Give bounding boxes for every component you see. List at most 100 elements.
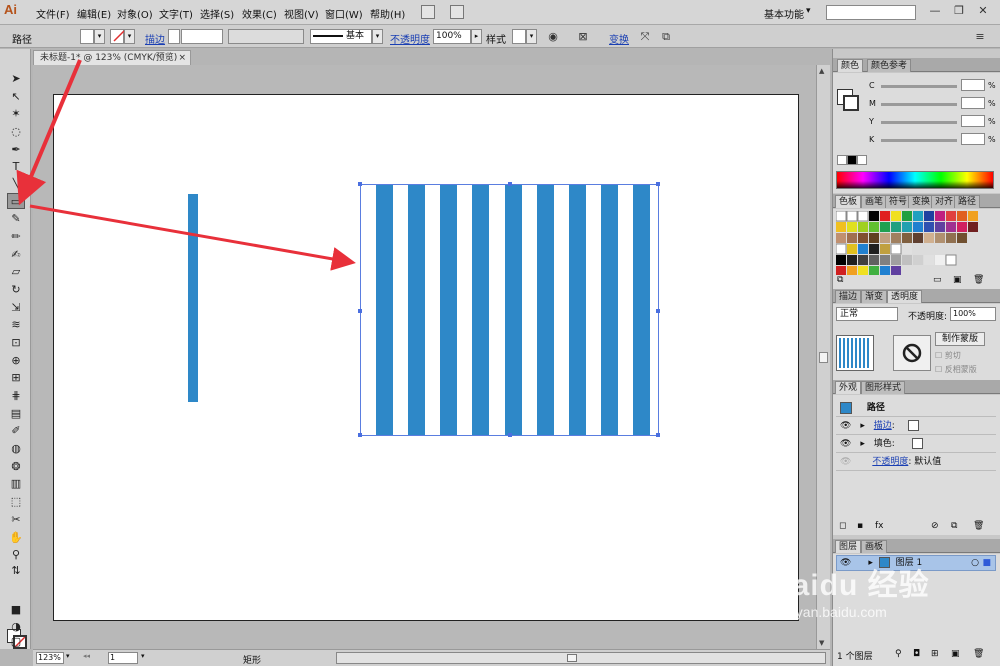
stroke-dropdown[interactable]: ▾ (124, 29, 135, 44)
swatch-grid[interactable] (836, 211, 996, 275)
opacity-dropdown[interactable]: ▸ (471, 29, 482, 44)
selection-handle[interactable] (358, 433, 362, 437)
zoom-input[interactable]: 123% (36, 652, 64, 664)
tab-graphic-styles[interactable]: 图形样式 (861, 381, 906, 394)
draw-mode-icon[interactable]: ◑ (7, 619, 25, 635)
help-search-input[interactable] (826, 5, 916, 20)
make-clipping-mask-icon[interactable]: ◘ (913, 649, 920, 659)
blend-tool-icon[interactable]: ◍ (7, 441, 25, 457)
eye-icon[interactable]: 👁 (840, 457, 851, 467)
zoom-tool-icon[interactable]: ⚲ (7, 547, 25, 563)
workspace-switcher[interactable]: 基本功能 (764, 6, 804, 21)
fill-dropdown[interactable]: ▾ (94, 29, 105, 44)
stroke-weight-stepper[interactable] (168, 29, 180, 44)
selection-handle[interactable] (508, 182, 512, 186)
yellow-input[interactable] (961, 115, 985, 127)
menu-effect[interactable]: 效果(C) (242, 6, 277, 21)
scroll-thumb[interactable] (819, 352, 828, 363)
scale-tool-icon[interactable]: ⇲ (7, 300, 25, 316)
menu-object[interactable]: 对象(O) (117, 6, 153, 21)
cyan-slider[interactable] (881, 85, 957, 88)
rectangle-tool-icon[interactable]: ▭ (7, 193, 25, 209)
menu-type[interactable]: 文字(T) (159, 6, 193, 21)
free-transform-tool-icon[interactable]: ⊡ (7, 335, 25, 351)
mesh-tool-icon[interactable]: ⋕ (7, 388, 25, 404)
new-color-group-icon[interactable]: ▭ (933, 275, 942, 285)
tab-stroke[interactable]: 描边 (835, 290, 862, 303)
new-layer-icon[interactable]: ▣ (951, 649, 960, 659)
selection-handle[interactable] (358, 309, 362, 313)
magenta-input[interactable] (961, 97, 985, 109)
menu-select[interactable]: 选择(S) (200, 6, 234, 21)
bridge-icon[interactable] (421, 5, 435, 19)
tab-pathfinder[interactable]: 路径 (954, 195, 981, 208)
magic-wand-tool-icon[interactable]: ✶ (7, 106, 25, 122)
eye-icon[interactable]: 👁 (840, 439, 851, 449)
tab-layers[interactable]: 图层 (835, 540, 862, 553)
selection-handle[interactable] (508, 433, 512, 437)
chevron-down-icon[interactable]: ▾ (66, 652, 70, 660)
first-page-icon[interactable]: ◂◂ (83, 652, 90, 660)
selection-handle[interactable] (358, 182, 362, 186)
locate-object-icon[interactable]: ⚲ (895, 649, 902, 659)
horizontal-scrollbar[interactable] (336, 652, 826, 664)
tab-swatches[interactable]: 色板 (835, 195, 862, 208)
stripe[interactable] (376, 185, 393, 435)
new-sublayer-icon[interactable]: ⊞ (931, 649, 939, 659)
appearance-fill-row[interactable]: 👁 ▸ 填色: (836, 435, 996, 453)
selection-handle[interactable] (656, 433, 660, 437)
transform-link[interactable]: 变换 (609, 31, 629, 46)
stripe[interactable] (633, 185, 650, 435)
add-stroke-icon[interactable]: ◻ (839, 521, 846, 531)
selection-handle[interactable] (656, 309, 660, 313)
black-swatch[interactable] (847, 155, 857, 165)
target-icon[interactable]: ○ (971, 556, 979, 570)
tab-transparency[interactable]: 透明度 (887, 290, 923, 303)
menu-file[interactable]: 文件(F) (36, 6, 70, 21)
warp-tool-icon[interactable]: ≋ (7, 317, 25, 333)
chevron-down-icon[interactable]: ▾ (141, 652, 145, 660)
slice-tool-icon[interactable]: ✂ (7, 512, 25, 528)
black-input[interactable] (961, 133, 985, 145)
tab-color-guide[interactable]: 颜色参考 (867, 59, 912, 72)
graphic-style-swatch[interactable] (512, 29, 526, 44)
stroke-link[interactable]: 描边 (145, 31, 165, 46)
color-mode-icon[interactable]: ■ (7, 602, 25, 618)
artboard[interactable] (53, 94, 799, 621)
swatches-grid[interactable]: ⧉ ▭ ▣ 🗑 (833, 209, 1000, 289)
canvas[interactable] (33, 65, 816, 649)
cyan-input[interactable] (961, 79, 985, 91)
close-icon[interactable]: × (178, 51, 186, 65)
tab-color[interactable]: 颜色 (837, 59, 864, 72)
stripe[interactable] (472, 185, 489, 435)
eraser-tool-icon[interactable]: ▱ (7, 264, 25, 280)
eye-icon[interactable]: 👁 (840, 421, 851, 431)
selected-art-icon[interactable]: ■ (982, 556, 991, 570)
new-swatch-icon[interactable]: ▣ (953, 275, 962, 285)
stroke-color-swatch[interactable] (843, 95, 859, 111)
fx-icon[interactable]: fx (875, 521, 884, 531)
tab-artboards[interactable]: 画板 (861, 540, 888, 553)
selection-handle[interactable] (656, 182, 660, 186)
menu-window[interactable]: 窗口(W) (325, 6, 363, 21)
line-tool-icon[interactable]: ╲ (7, 177, 25, 193)
opacity-input[interactable]: 100% (433, 29, 471, 44)
stroke-none-swatch[interactable] (907, 420, 919, 431)
brush-select[interactable]: 基本 (310, 29, 372, 44)
graphic-style-dropdown[interactable]: ▾ (526, 29, 537, 44)
fill-pattern-swatch[interactable] (911, 438, 923, 449)
stripe[interactable] (601, 185, 618, 435)
align-icon[interactable]: ⊠ (575, 29, 591, 44)
invert-mask-checkbox[interactable]: ☐ 反相蒙版 (935, 364, 977, 375)
black-slider[interactable] (881, 139, 957, 142)
variable-width-select[interactable] (228, 29, 304, 44)
tab-appearance[interactable]: 外观 (835, 381, 862, 394)
delete-item-icon[interactable]: 🗑 (973, 521, 984, 531)
selection-tool-icon[interactable]: ➤ (7, 71, 25, 87)
page-input[interactable]: 1 (108, 652, 138, 664)
scroll-thumb[interactable] (567, 654, 577, 662)
stroke-weight-input[interactable] (181, 29, 223, 44)
document-tab[interactable]: 未标题-1* @ 123% (CMYK/预览) × (33, 50, 191, 65)
shape-builder-tool-icon[interactable]: ⊕ (7, 353, 25, 369)
stripe[interactable] (569, 185, 586, 435)
